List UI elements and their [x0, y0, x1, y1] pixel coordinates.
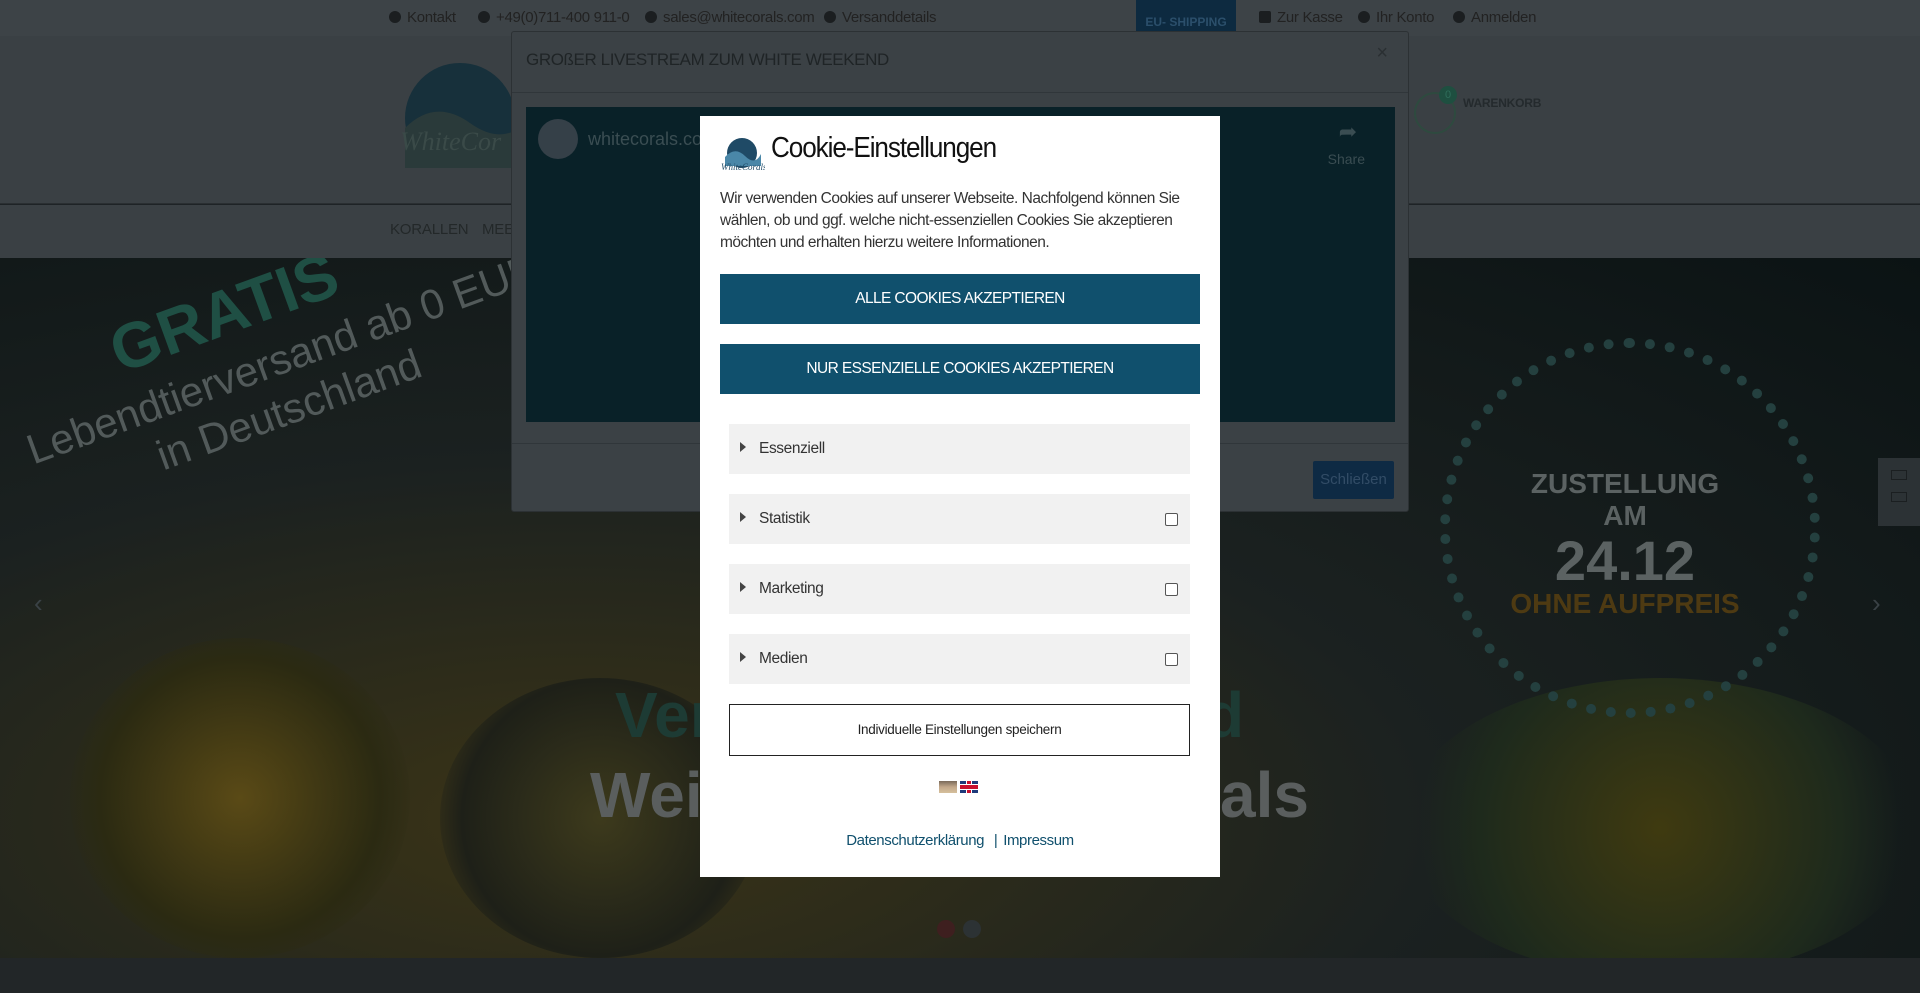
login-link[interactable]: Anmelden: [1453, 0, 1536, 36]
caret-right-icon: [740, 442, 746, 452]
divider: [512, 92, 1408, 93]
category-essenziell[interactable]: Essenziell: [729, 424, 1190, 474]
star-line-2: AM: [1603, 500, 1647, 531]
category-label: Essenziell: [759, 440, 825, 457]
save-individual-button[interactable]: Individuelle Einstellungen speichern: [729, 704, 1190, 756]
arrow-circle-icon: [478, 11, 490, 23]
email-label: sales@whitecorals.com: [663, 9, 815, 26]
cookie-description: Wir verwenden Cookies auf unserer Websei…: [720, 190, 1180, 251]
arrow-circle-icon: [824, 11, 836, 23]
privacy-link[interactable]: Datenschutzerklärung: [846, 832, 984, 849]
phone-label: +49(0)711-400 911-0: [496, 9, 630, 26]
imprint-link[interactable]: Impressum: [1003, 832, 1074, 849]
german-flag-icon[interactable]: [939, 781, 957, 793]
medien-checkbox[interactable]: [1165, 653, 1178, 666]
star-line-1: ZUSTELLUNG: [1530, 468, 1720, 499]
category-medien[interactable]: Medien: [729, 634, 1190, 684]
accept-essential-button[interactable]: NUR ESSENZIELLE COOKIES AKZEPTIEREN: [720, 344, 1200, 394]
coral-decoration: [1400, 678, 1920, 958]
link-separator: |: [993, 832, 998, 849]
cart-label[interactable]: WARENKORB: [1463, 96, 1541, 110]
side-contact-tab[interactable]: [1878, 458, 1920, 526]
arrow-circle-icon: [389, 11, 401, 23]
contact-link[interactable]: Kontakt: [389, 0, 456, 36]
checkbox-icon: [1259, 11, 1271, 23]
category-label: Marketing: [759, 580, 824, 597]
nav-item-korallen[interactable]: KORALLEN: [390, 205, 469, 255]
language-switcher: [939, 781, 981, 793]
nav-item-mee[interactable]: MEE: [482, 205, 514, 255]
shipping-details-label: Versanddetails: [842, 9, 937, 26]
cookie-title: Cookie-Einstellungen: [771, 132, 997, 164]
caret-right-icon: [740, 582, 746, 592]
cookie-footer-links: Datenschutzerklärung | Impressum: [700, 832, 1220, 849]
slider-dot[interactable]: [963, 920, 981, 938]
channel-name: whitecorals.co: [588, 129, 703, 149]
arrow-circle-icon: [645, 11, 657, 23]
category-label: Statistik: [759, 510, 810, 527]
accept-all-button[interactable]: ALLE COOKIES AKZEPTIEREN: [720, 274, 1200, 324]
statistik-checkbox[interactable]: [1165, 513, 1178, 526]
checkout-label: Zur Kasse: [1277, 9, 1343, 26]
caret-right-icon: [740, 652, 746, 662]
english-flag-icon[interactable]: [960, 781, 978, 793]
sign-in-icon: [1453, 11, 1465, 23]
page-footer-strip: [0, 958, 1920, 993]
mail-icon: [1891, 470, 1907, 480]
contact-label: Kontakt: [407, 9, 456, 26]
livestream-close-button[interactable]: Schließen: [1313, 461, 1394, 499]
category-marketing[interactable]: Marketing: [729, 564, 1190, 614]
whitecorals-logo: WhiteCorals: [721, 138, 765, 172]
account-label: Ihr Konto: [1376, 9, 1435, 26]
svg-text:WhiteCor: WhiteCor: [400, 127, 502, 156]
svg-text:WhiteCorals: WhiteCorals: [721, 162, 765, 172]
star-badge-text: ZUSTELLUNG AM: [1505, 468, 1745, 532]
star-badge-date: 24.12: [1554, 529, 1696, 592]
slider-prev-icon[interactable]: ‹: [34, 588, 43, 619]
card-icon: [1891, 492, 1907, 502]
caret-right-icon: [740, 512, 746, 522]
slider-dot-active[interactable]: [937, 920, 955, 938]
share-label[interactable]: Share: [1328, 151, 1365, 167]
category-label: Medien: [759, 650, 808, 667]
marketing-checkbox[interactable]: [1165, 583, 1178, 596]
user-icon: [1358, 11, 1370, 23]
cart-count-badge: 0: [1439, 86, 1457, 104]
close-icon[interactable]: ×: [1376, 42, 1388, 65]
cookie-dialog: WhiteCorals Cookie-Einstellungen Wir ver…: [700, 116, 1220, 877]
coral-decoration: [70, 638, 410, 958]
slider-next-icon[interactable]: ›: [1872, 588, 1881, 619]
channel-avatar: [538, 119, 578, 159]
share-icon[interactable]: ➦: [1339, 119, 1357, 145]
login-label: Anmelden: [1471, 9, 1537, 26]
hero-headline-2-end: als: [1220, 759, 1309, 831]
livestream-title: GROßER LIVESTREAM ZUM WHITE WEEKEND: [526, 50, 889, 69]
star-badge-note: OHNE AUFPREIS: [1510, 588, 1740, 619]
category-statistik[interactable]: Statistik: [729, 494, 1190, 544]
